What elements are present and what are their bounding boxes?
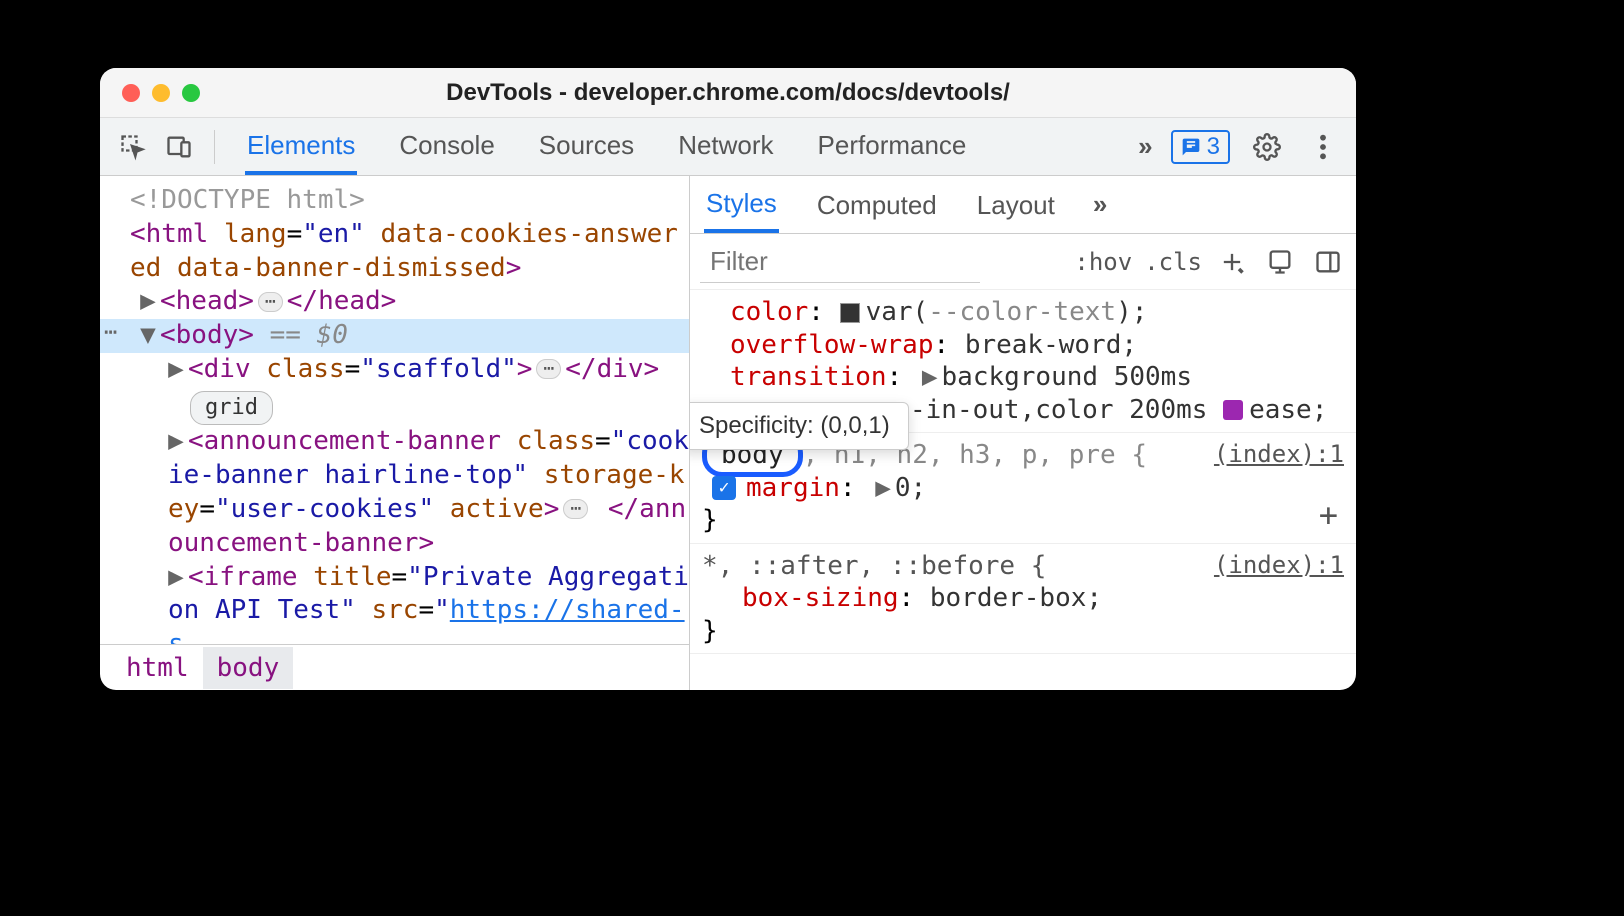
expand-triangle-icon[interactable]: ▶ [922, 361, 938, 394]
hov-button[interactable]: :hov [1074, 248, 1132, 276]
main-tabs: Elements Console Sources Network Perform… [245, 118, 968, 175]
inspect-element-icon[interactable] [114, 128, 152, 166]
property-checkbox[interactable]: ✓ [712, 476, 736, 500]
main-panels: <!DOCTYPE html> <html lang="en" data-coo… [100, 176, 1356, 690]
expand-caret-icon[interactable]: ▶ [168, 425, 184, 459]
rule-source-link[interactable]: (index):1 [1214, 439, 1344, 469]
issues-icon [1181, 137, 1201, 157]
window-title: DevTools - developer.chrome.com/docs/dev… [100, 79, 1356, 107]
cls-button[interactable]: .cls [1144, 248, 1202, 276]
more-styles-tabs-icon[interactable]: » [1093, 189, 1107, 220]
elements-panel: <!DOCTYPE html> <html lang="en" data-coo… [100, 176, 690, 690]
issues-count: 3 [1207, 133, 1220, 161]
stab-styles[interactable]: Styles [704, 176, 779, 233]
tab-console[interactable]: Console [397, 118, 496, 175]
toolbar-separator [214, 130, 215, 164]
new-style-rule-icon[interactable] [1214, 244, 1250, 280]
dom-announcement-banner[interactable]: ▶<announcement-banner class="cookie-bann… [100, 425, 689, 560]
maximize-window-button[interactable] [182, 84, 200, 102]
stab-layout[interactable]: Layout [975, 178, 1057, 231]
prop-transition[interactable]: transition: ▶background 500ms [730, 361, 1344, 394]
more-tabs-chevron-icon[interactable]: » [1138, 131, 1152, 162]
toggle-sidebar-icon[interactable] [1310, 244, 1346, 280]
device-mode-icon[interactable] [160, 128, 198, 166]
dom-html-open[interactable]: <html lang="en" data-cookies-answered da… [100, 218, 689, 286]
dom-doctype[interactable]: <!DOCTYPE html> [100, 184, 689, 218]
prop-box-sizing[interactable]: box-sizing: border-box; [702, 582, 1344, 615]
devtools-window: DevTools - developer.chrome.com/docs/dev… [100, 68, 1356, 690]
tab-performance[interactable]: Performance [816, 118, 969, 175]
breadcrumb: html body [100, 644, 689, 690]
dom-iframe[interactable]: ▶<iframe title="Private Aggregation API … [100, 561, 689, 644]
titlebar: DevTools - developer.chrome.com/docs/dev… [100, 68, 1356, 118]
expand-caret-icon[interactable]: ▶ [140, 285, 156, 319]
style-rule-universal[interactable]: (index):1 *, ::after, ::before { box-siz… [690, 544, 1356, 655]
minimize-window-button[interactable] [152, 84, 170, 102]
timing-function-icon[interactable] [1223, 400, 1243, 420]
styles-filter-input[interactable] [700, 241, 980, 283]
collapsed-ellipsis-icon[interactable]: ⋯ [258, 292, 283, 312]
breadcrumb-body[interactable]: body [203, 647, 294, 689]
prop-color[interactable]: color: var(--color-text); [730, 296, 1344, 329]
styles-panel: Styles Computed Layout » :hov .cls [690, 176, 1356, 690]
dom-head[interactable]: ▶<head>⋯</head> [100, 285, 689, 319]
rule-source-link[interactable]: (index):1 [1214, 550, 1344, 580]
collapse-caret-icon[interactable]: ▼ [140, 319, 156, 353]
color-swatch-icon[interactable] [840, 303, 860, 323]
issues-badge[interactable]: 3 [1171, 130, 1230, 164]
styles-tabs: Styles Computed Layout » [690, 176, 1356, 234]
styles-rules-list: color: var(--color-text); overflow-wrap:… [690, 290, 1356, 690]
expand-caret-icon[interactable]: ▶ [168, 561, 184, 595]
breadcrumb-html[interactable]: html [112, 647, 203, 689]
expand-triangle-icon[interactable]: ▶ [875, 472, 891, 505]
settings-gear-icon[interactable] [1248, 128, 1286, 166]
prop-margin[interactable]: ✓margin: ▶0; [702, 472, 1344, 505]
specificity-tooltip: Specificity: (0,0,1) [690, 402, 909, 450]
traffic-lights [122, 84, 200, 102]
add-property-icon[interactable]: + [1319, 495, 1338, 535]
tab-network[interactable]: Network [676, 118, 775, 175]
expand-caret-icon[interactable]: ▶ [168, 353, 184, 387]
tab-elements[interactable]: Elements [245, 118, 357, 175]
computed-styles-icon[interactable] [1262, 244, 1298, 280]
tab-sources[interactable]: Sources [537, 118, 636, 175]
dom-tree[interactable]: <!DOCTYPE html> <html lang="en" data-coo… [100, 176, 689, 644]
main-toolbar: Elements Console Sources Network Perform… [100, 118, 1356, 176]
dom-body-selected[interactable]: ▼<body> == $0 [100, 319, 689, 353]
styles-toolbar: :hov .cls [690, 234, 1356, 290]
toolbar-right: » 3 [1138, 128, 1342, 166]
collapsed-ellipsis-icon[interactable]: ⋯ [536, 359, 561, 379]
rule-close-brace: } [702, 615, 1344, 648]
prop-overflow-wrap[interactable]: overflow-wrap: break-word; [730, 329, 1344, 362]
kebab-menu-icon[interactable] [1304, 128, 1342, 166]
grid-badge[interactable]: grid [100, 387, 689, 426]
stab-computed[interactable]: Computed [815, 178, 939, 231]
close-window-button[interactable] [122, 84, 140, 102]
dom-div-scaffold[interactable]: ▶<div class="scaffold">⋯</div> [100, 353, 689, 387]
rule-close-brace: } [702, 504, 1344, 537]
collapsed-ellipsis-icon[interactable]: ⋯ [563, 499, 588, 519]
